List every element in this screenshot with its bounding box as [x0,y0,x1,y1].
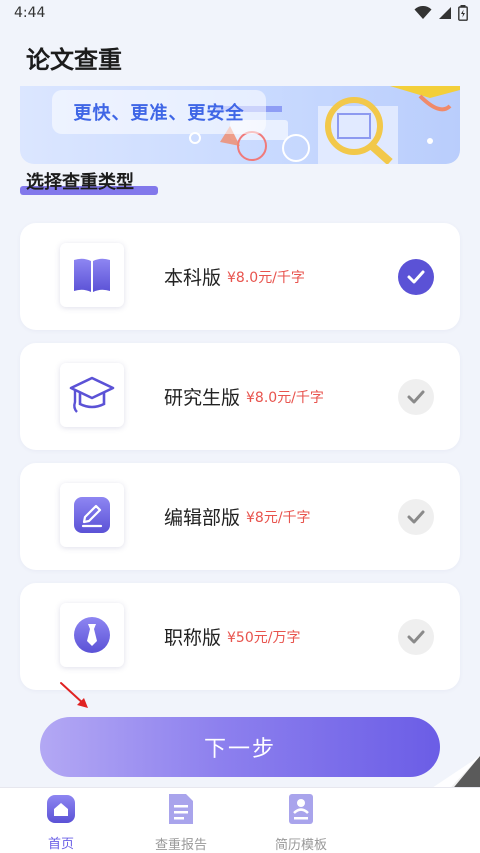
option-name: 职称版 [164,627,222,649]
option-price: ¥8元/千字 [246,509,311,526]
document-icon [164,792,198,826]
edit-icon [74,497,110,533]
status-bar: 4:44 [0,0,480,26]
nav-item-home[interactable]: 首页 [16,792,106,852]
tie-icon [74,617,110,653]
option-card-editorial[interactable]: 编辑部版 ¥8元/千字 [20,463,460,570]
home-icon [44,792,78,825]
promo-banner[interactable]: 更快、更准、更安全 [20,86,460,164]
option-text: 研究生版 ¥8.0元/千字 [164,343,324,450]
section-title: 选择查重类型 [26,172,134,193]
nav-item-report[interactable]: 查重报告 [136,792,226,853]
unselected-check-icon[interactable] [398,379,434,415]
option-price: ¥8.0元/千字 [246,389,324,406]
graduation-cap-icon [69,376,115,413]
bottom-navigation: 首页 查重报告 简历模板 [0,787,480,853]
option-price: ¥50元/万字 [227,629,301,646]
option-text: 职称版 ¥50元/万字 [164,583,300,690]
nav-label: 首页 [47,837,74,852]
option-icon-box [60,243,124,307]
option-card-undergraduate[interactable]: 本科版 ¥8.0元/千字 [20,223,460,330]
wifi-icon [414,6,432,19]
status-icons [414,5,468,21]
option-card-professional-title[interactable]: 职称版 ¥50元/万字 [20,583,460,690]
nav-label: 简历模板 [274,838,327,853]
status-time: 4:44 [14,5,46,21]
battery-icon [458,5,468,21]
selected-check-icon[interactable] [398,259,434,295]
option-icon-box [60,483,124,547]
annotation-arrow-icon [60,682,88,708]
nav-item-resume[interactable]: 简历模板 [256,792,346,853]
unselected-check-icon[interactable] [398,619,434,655]
option-name: 本科版 [164,267,222,289]
option-icon-box [60,603,124,667]
signal-icon [439,7,451,19]
unselected-check-icon[interactable] [398,499,434,535]
option-name: 研究生版 [164,387,241,409]
nav-label: 查重报告 [154,838,207,853]
banner-tagline: 更快、更准、更安全 [52,90,266,134]
option-price: ¥8.0元/千字 [227,269,305,286]
resume-icon [284,792,318,826]
option-icon-box [60,363,124,427]
option-text: 本科版 ¥8.0元/千字 [164,223,305,330]
option-text: 编辑部版 ¥8元/千字 [164,463,311,570]
page-title: 论文查重 [26,46,122,74]
option-card-graduate[interactable]: 研究生版 ¥8.0元/千字 [20,343,460,450]
next-step-button[interactable]: 下一步 [40,717,440,777]
option-name: 编辑部版 [164,507,241,529]
book-icon [74,258,110,292]
